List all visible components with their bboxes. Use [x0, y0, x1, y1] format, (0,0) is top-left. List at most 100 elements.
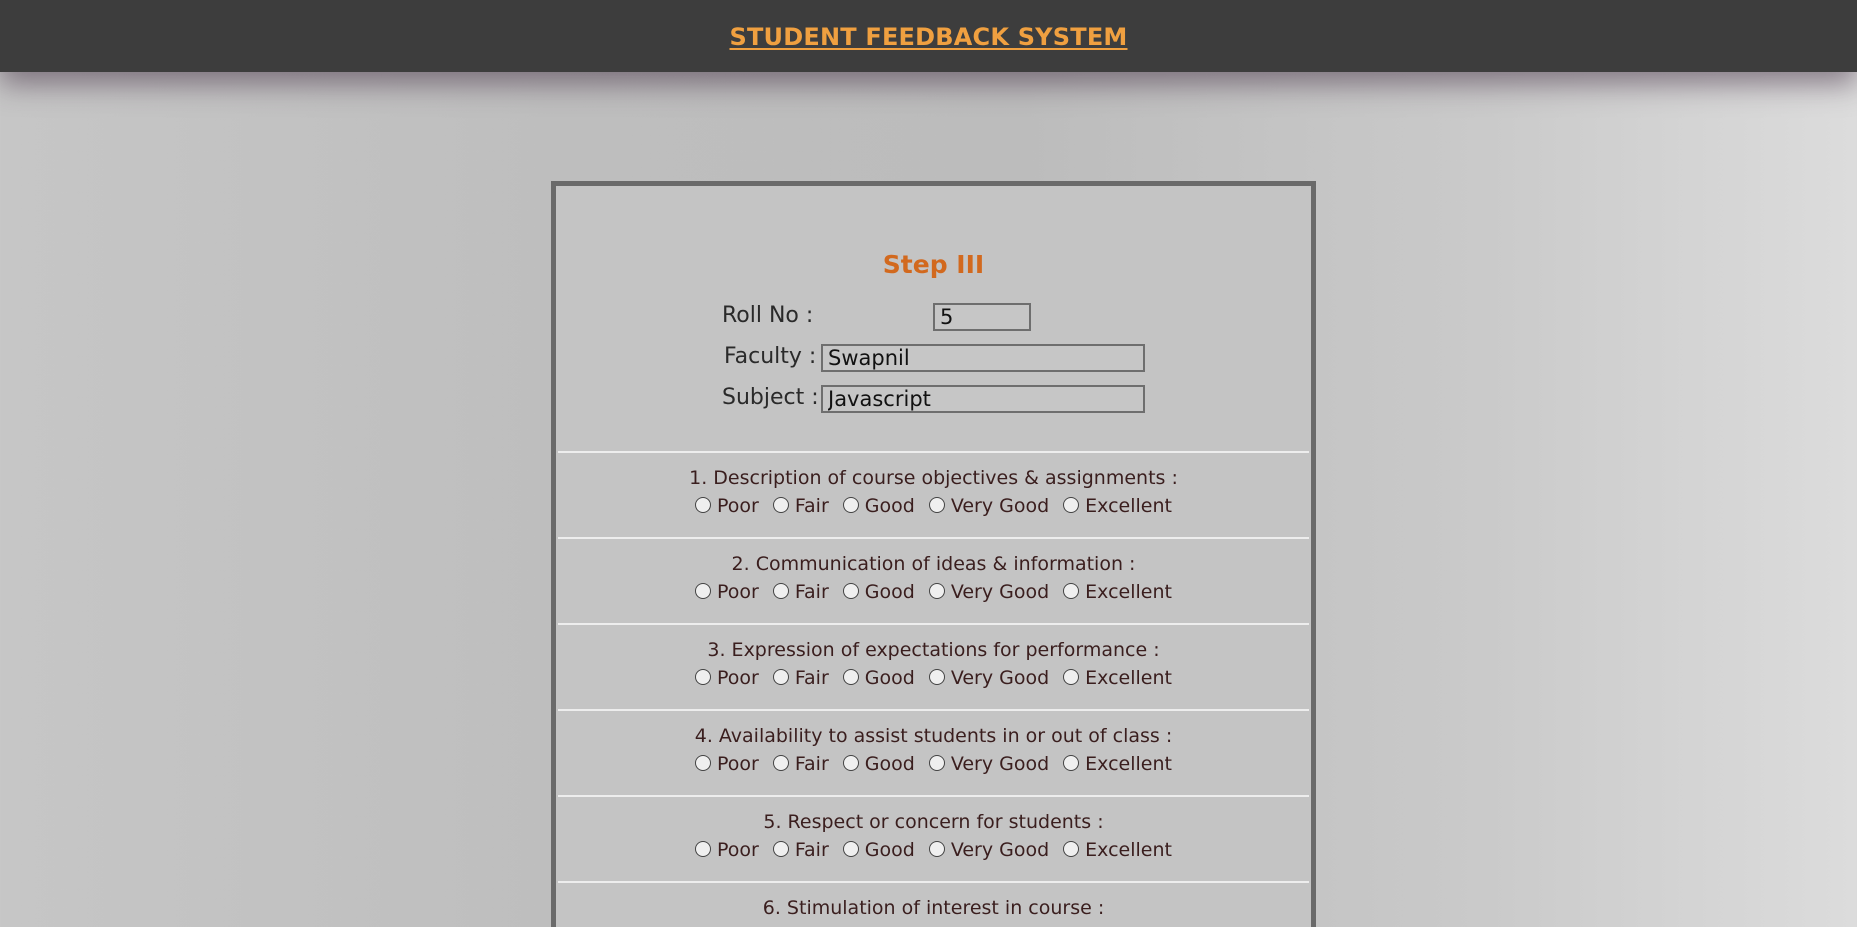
rating-option[interactable]: Poor — [695, 667, 759, 689]
rating-option[interactable]: Very Good — [928, 581, 1050, 603]
rating-option[interactable]: Fair — [772, 495, 829, 517]
subject-field[interactable] — [821, 385, 1145, 413]
rating-option[interactable]: Poor — [695, 839, 759, 861]
radio-button[interactable] — [695, 497, 712, 513]
radio-button[interactable] — [842, 583, 859, 599]
radio-button[interactable] — [695, 755, 712, 771]
rating-option-label: Very Good — [950, 581, 1050, 603]
radio-button[interactable] — [695, 669, 712, 685]
rating-option-label: Good — [864, 667, 915, 689]
radio-button[interactable] — [1063, 583, 1080, 599]
radio-button[interactable] — [842, 669, 859, 685]
roll-no-label: Roll No : — [722, 303, 814, 328]
rating-option-label: Fair — [794, 667, 829, 689]
rating-option[interactable]: Good — [842, 753, 915, 775]
radio-button[interactable] — [842, 841, 859, 857]
rating-option-label: Good — [864, 495, 915, 517]
rating-option[interactable]: Very Good — [928, 495, 1050, 517]
radio-button[interactable] — [772, 669, 789, 685]
question-text: 2. Communication of ideas & information … — [731, 553, 1136, 575]
roll-no-field[interactable] — [933, 303, 1031, 331]
rating-option-label: Good — [864, 581, 915, 603]
rating-option-label: Excellent — [1085, 581, 1172, 603]
rating-option-label: Poor — [717, 581, 759, 603]
rating-option-label: Fair — [794, 753, 829, 775]
rating-option[interactable]: Excellent — [1063, 753, 1172, 775]
radio-button[interactable] — [772, 497, 789, 513]
rating-option[interactable]: Very Good — [928, 839, 1050, 861]
radio-button[interactable] — [695, 841, 712, 857]
radio-button[interactable] — [1063, 669, 1080, 685]
radio-button[interactable] — [928, 583, 945, 599]
radio-button[interactable] — [928, 497, 945, 513]
question-section: 5. Respect or concern for students : Poor… — [558, 795, 1309, 879]
rating-option[interactable]: Good — [842, 667, 915, 689]
rating-option[interactable]: Poor — [695, 495, 759, 517]
rating-option-label: Poor — [717, 753, 759, 775]
faculty-field[interactable] — [821, 344, 1145, 372]
rating-option[interactable]: Fair — [772, 667, 829, 689]
rating-option-label: Poor — [717, 839, 759, 861]
question-section: 1. Description of course objectives & as… — [558, 451, 1309, 535]
rating-option[interactable]: Good — [842, 581, 915, 603]
radio-button[interactable] — [842, 755, 859, 771]
rating-option-label: Very Good — [950, 753, 1050, 775]
radio-button[interactable] — [695, 583, 712, 599]
rating-options: Poor Fair Good Very Good Excellent — [558, 667, 1309, 689]
rating-option-label: Excellent — [1085, 667, 1172, 689]
radio-button[interactable] — [1063, 841, 1080, 857]
question-text: 3. Expression of expectations for perfor… — [707, 639, 1160, 661]
question-text: 1. Description of course objectives & as… — [689, 467, 1178, 489]
rating-option[interactable]: Excellent — [1063, 581, 1172, 603]
rating-option-label: Excellent — [1085, 753, 1172, 775]
rating-option[interactable]: Poor — [695, 753, 759, 775]
rating-option-label: Very Good — [950, 495, 1050, 517]
rating-options: Poor Fair Good Very Good Excellent — [558, 753, 1309, 775]
rating-option[interactable]: Good — [842, 495, 915, 517]
radio-button[interactable] — [772, 755, 789, 771]
rating-option-label: Fair — [794, 839, 829, 861]
rating-option[interactable]: Very Good — [928, 753, 1050, 775]
rating-option[interactable]: Poor — [695, 581, 759, 603]
question-section: 3. Expression of expectations for perfor… — [558, 623, 1309, 707]
radio-button[interactable] — [928, 755, 945, 771]
rating-option[interactable]: Excellent — [1063, 839, 1172, 861]
rating-options: Poor Fair Good Very Good Excellent — [558, 495, 1309, 517]
question-text: 6. Stimulation of interest in course : — [762, 897, 1105, 919]
radio-button[interactable] — [1063, 497, 1080, 513]
app-title[interactable]: STUDENT FEEDBACK SYSTEM — [729, 23, 1127, 51]
rating-option-label: Fair — [794, 495, 829, 517]
question-section: 2. Communication of ideas & information … — [558, 537, 1309, 621]
rating-option-label: Good — [864, 839, 915, 861]
rating-option-label: Excellent — [1085, 495, 1172, 517]
feedback-form: Step III Roll No : Faculty : Subject : 1… — [551, 181, 1316, 927]
rating-option[interactable]: Good — [842, 839, 915, 861]
question-section: 4. Availability to assist students in or… — [558, 709, 1309, 793]
rating-option[interactable]: Fair — [772, 581, 829, 603]
radio-button[interactable] — [928, 669, 945, 685]
radio-button[interactable] — [772, 583, 789, 599]
rating-option[interactable]: Excellent — [1063, 667, 1172, 689]
rating-option-label: Poor — [717, 495, 759, 517]
rating-option[interactable]: Excellent — [1063, 495, 1172, 517]
radio-button[interactable] — [772, 841, 789, 857]
rating-option[interactable]: Fair — [772, 753, 829, 775]
radio-button[interactable] — [928, 841, 945, 857]
faculty-label: Faculty : — [724, 344, 817, 369]
rating-options: Poor Fair Good Very Good Excellent — [558, 839, 1309, 861]
rating-option-label: Good — [864, 753, 915, 775]
radio-button[interactable] — [842, 497, 859, 513]
radio-button[interactable] — [1063, 755, 1080, 771]
rating-option-label: Poor — [717, 667, 759, 689]
question-text: 4. Availability to assist students in or… — [694, 725, 1173, 747]
rating-option[interactable]: Very Good — [928, 667, 1050, 689]
app-header: STUDENT FEEDBACK SYSTEM — [0, 0, 1857, 72]
rating-option-label: Excellent — [1085, 839, 1172, 861]
subject-label: Subject : — [722, 385, 819, 410]
step-title: Step III — [882, 250, 985, 279]
rating-option[interactable]: Fair — [772, 839, 829, 861]
question-section: 6. Stimulation of interest in course :Po… — [558, 881, 1309, 927]
rating-option-label: Very Good — [950, 667, 1050, 689]
rating-option-label: Fair — [794, 581, 829, 603]
rating-option-label: Very Good — [950, 839, 1050, 861]
